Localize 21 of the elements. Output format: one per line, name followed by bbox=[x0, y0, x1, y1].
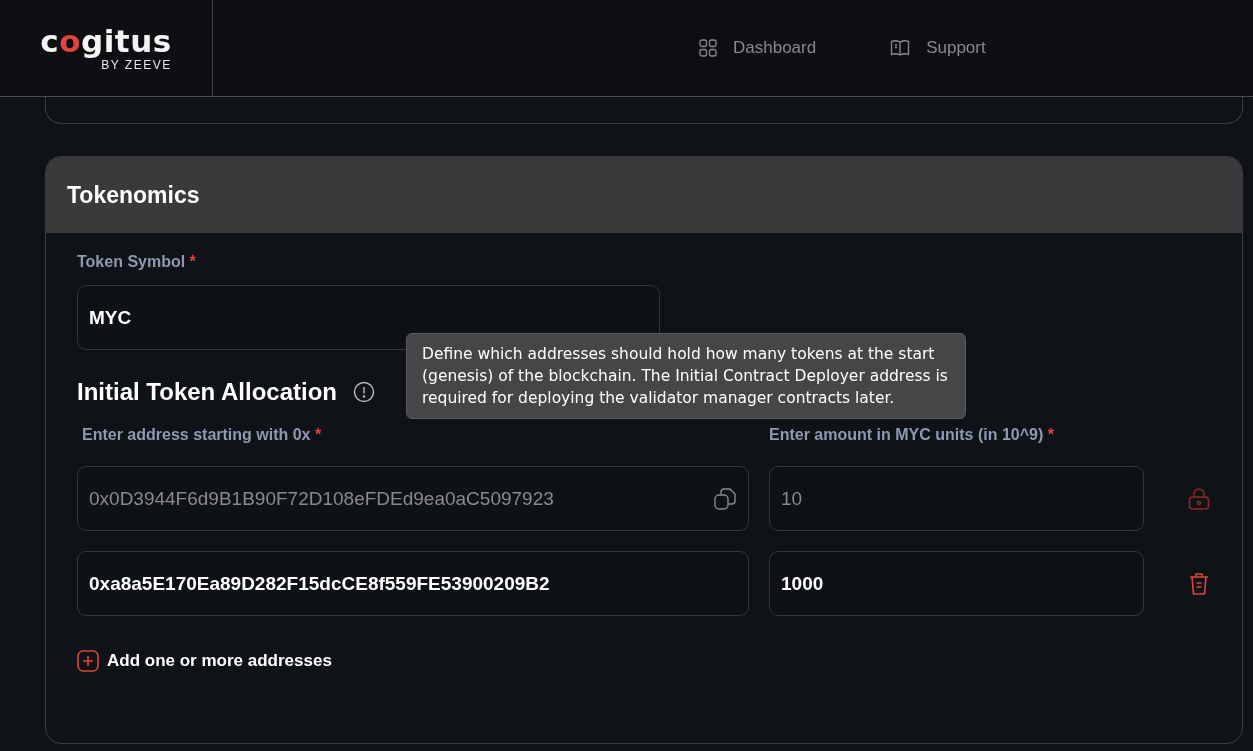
subsection-title: Initial Token Allocation bbox=[77, 378, 337, 406]
lock-icon bbox=[1187, 486, 1211, 511]
field-label: Enter address starting with 0x * bbox=[81, 426, 323, 444]
tooltip: Define which addresses should hold how many tokens at the start (genesis) of the blockchain. The Initial Contract Deployer address is required for deploying the validator manager contracts later. bbox=[406, 333, 966, 419]
field-label: Token Symbol * bbox=[77, 253, 197, 271]
amount-field[interactable]: 1000 bbox=[769, 551, 1144, 616]
amount-field[interactable]: 10 bbox=[769, 466, 1144, 531]
grid-icon bbox=[699, 39, 717, 57]
address-field[interactable]: 0x0D3944F6d9B1B90F72D108eFDEd9ea0aC5097923 bbox=[77, 466, 749, 531]
book-icon bbox=[890, 39, 911, 57]
copy-icon[interactable] bbox=[713, 486, 737, 511]
address-field[interactable]: 0xa8a5E170Ea89D282F15dcCE8f559FE53900209B2 bbox=[77, 551, 749, 616]
plus-icon bbox=[77, 650, 99, 672]
logo[interactable]: cogitus BY ZEEVE bbox=[40, 24, 172, 72]
field-label: Enter amount in MYC units (in 10^9) * bbox=[769, 426, 1055, 444]
nav-link[interactable]: Support bbox=[890, 38, 986, 58]
trash-icon[interactable] bbox=[1188, 571, 1210, 596]
nav-link[interactable]: Dashboard bbox=[699, 38, 817, 58]
section-title: Tokenomics bbox=[67, 181, 200, 209]
add-addresses-button[interactable]: Add one or more addresses bbox=[77, 650, 332, 672]
info-icon[interactable] bbox=[353, 381, 375, 403]
